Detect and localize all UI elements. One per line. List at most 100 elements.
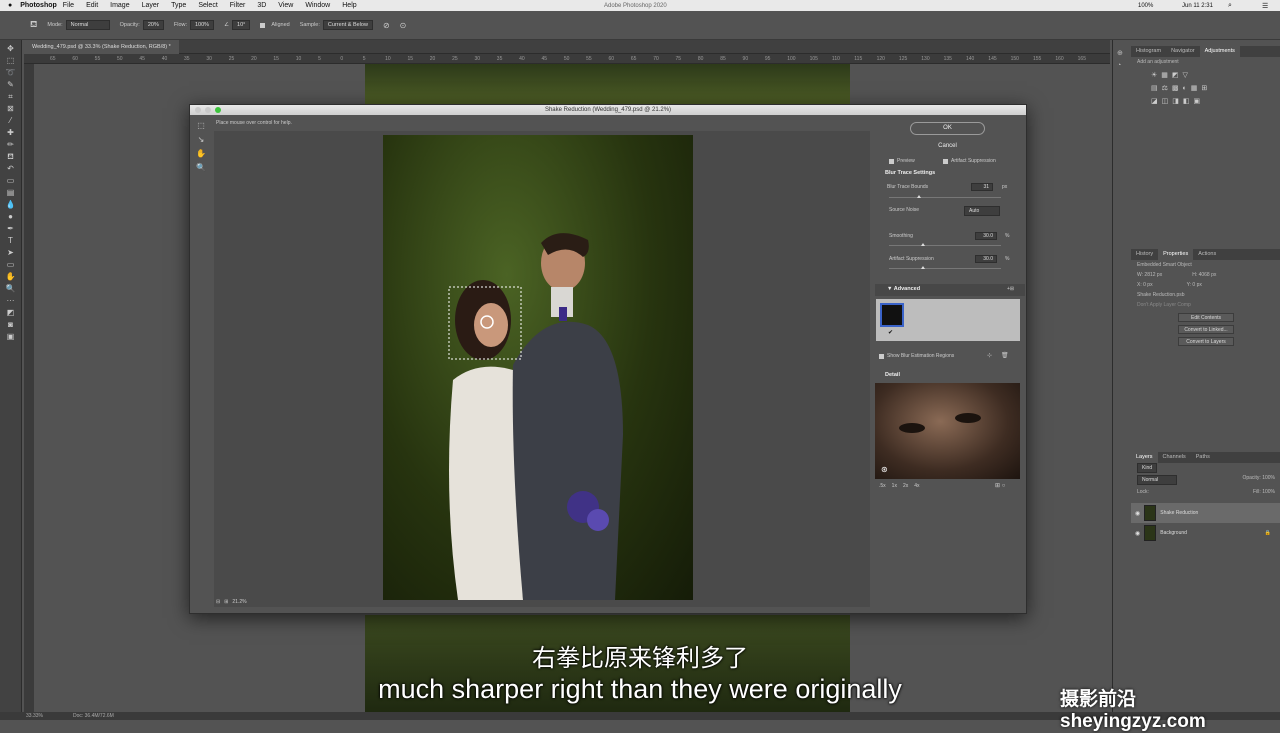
zoom-window-icon[interactable]: [215, 107, 221, 113]
slider-knob[interactable]: [917, 195, 921, 198]
eraser-tool-icon[interactable]: ▭: [4, 176, 18, 186]
move-tool-icon[interactable]: ✥: [4, 44, 18, 54]
layer-row-shake-reduction[interactable]: ◉ Shake Reduction: [1131, 503, 1280, 523]
frame-tool-icon[interactable]: ⊠: [4, 104, 18, 114]
zoom-tool-icon[interactable]: 🔍: [194, 161, 208, 175]
zoom-level[interactable]: 21.2%: [232, 599, 246, 605]
blur-trace-bounds-slider[interactable]: [889, 197, 1001, 198]
detail-zoom-half[interactable]: .5x: [879, 483, 886, 489]
zoom-in-icon[interactable]: ⊞: [224, 599, 228, 605]
menu-window[interactable]: Window: [299, 2, 336, 9]
apply-detail-icon[interactable]: ⊛: [881, 465, 888, 474]
minimize-window-icon[interactable]: [205, 107, 211, 113]
status-zoom[interactable]: 33.33%: [26, 713, 43, 719]
color-swatches-icon[interactable]: ◩: [4, 308, 18, 318]
smoothing-slider[interactable]: [889, 245, 1001, 246]
width-value[interactable]: W: 2812 px: [1137, 272, 1162, 278]
zoom-tool-icon[interactable]: 🔍: [4, 284, 18, 294]
panel-swatch-icon[interactable]: ◔: [1117, 60, 1127, 72]
slider-knob[interactable]: [921, 243, 925, 246]
x-value[interactable]: X: 0 px: [1137, 282, 1153, 288]
disclosure-triangle-icon[interactable]: ▼: [887, 286, 892, 292]
blur-estimation-tool-icon[interactable]: ⬚: [194, 119, 208, 133]
detail-options-icon[interactable]: ⊞ ○: [995, 482, 1005, 489]
advanced-heading[interactable]: ▼ Advanced: [887, 286, 920, 292]
menu-select[interactable]: Select: [192, 2, 223, 9]
tab-histogram[interactable]: Histogram: [1131, 46, 1166, 57]
edit-contents-button[interactable]: Edit Contents: [1178, 313, 1234, 322]
aligned-checkbox[interactable]: [260, 22, 266, 28]
source-noise-select[interactable]: Auto: [964, 206, 1000, 216]
visibility-eye-icon[interactable]: ◉: [1135, 530, 1140, 537]
gradient-tool-icon[interactable]: ▤: [4, 188, 18, 198]
apple-icon[interactable]: ●: [0, 2, 12, 9]
shape-tool-icon[interactable]: ▭: [4, 260, 18, 270]
dodge-tool-icon[interactable]: ●: [4, 212, 18, 222]
tab-layers[interactable]: Layers: [1131, 452, 1158, 463]
healing-tool-icon[interactable]: ✚: [4, 128, 18, 138]
close-window-icon[interactable]: [195, 107, 201, 113]
blur-trace-bounds-field[interactable]: 31: [971, 183, 993, 191]
fill-field[interactable]: 100%: [1262, 489, 1275, 495]
tab-actions[interactable]: Actions: [1193, 249, 1221, 260]
control-center-icon[interactable]: ☰: [1262, 2, 1268, 10]
clone-stamp-icon[interactable]: ⛾: [30, 19, 37, 31]
screen-mode-icon[interactable]: ▣: [4, 332, 18, 342]
height-value[interactable]: H: 4068 px: [1192, 272, 1216, 278]
pen-tool-icon[interactable]: ✒: [4, 224, 18, 234]
preview-checkbox[interactable]: [889, 158, 894, 164]
menu-image[interactable]: Image: [104, 2, 135, 9]
angle-field[interactable]: 10°: [232, 20, 251, 30]
path-select-tool-icon[interactable]: ➤: [4, 248, 18, 258]
tab-adjustments[interactable]: Adjustments: [1199, 46, 1240, 57]
blur-trace-checkmark-icon[interactable]: ✔: [888, 329, 893, 336]
brush-tool-icon[interactable]: ✏: [4, 140, 18, 150]
visibility-eye-icon[interactable]: ◉: [1135, 510, 1140, 517]
adjustment-icons[interactable]: ☀▦◩▽ ▤⚖▩◐▦⊞ ◪◫◨◧▣: [1131, 67, 1280, 110]
zoom-out-icon[interactable]: ⊟: [216, 599, 220, 605]
convert-layers-button[interactable]: Convert to Layers: [1178, 337, 1234, 346]
quick-mask-icon[interactable]: ◙: [4, 320, 18, 330]
blur-direction-tool-icon[interactable]: ↘: [194, 133, 208, 147]
sample-select[interactable]: Current & Below: [322, 20, 373, 30]
search-icon[interactable]: ⌕: [1228, 2, 1232, 10]
smoothing-field[interactable]: 30.0: [975, 232, 997, 240]
document-tab[interactable]: Wedding_479.psd @ 33.3% (Shake Reduction…: [24, 40, 179, 54]
blur-tool-icon[interactable]: 💧: [4, 200, 18, 210]
pressure-icon[interactable]: ⊙: [400, 21, 407, 30]
tab-properties[interactable]: Properties: [1158, 249, 1194, 260]
eyedropper-tool-icon[interactable]: ⁄: [4, 116, 18, 126]
opacity-field[interactable]: 20%: [142, 20, 164, 30]
more-tools-icon[interactable]: ···: [4, 296, 18, 306]
ignore-adjustment-icon[interactable]: ⊘: [383, 21, 390, 30]
lasso-tool-icon[interactable]: ➰: [4, 68, 18, 78]
slider-knob[interactable]: [921, 266, 925, 269]
detail-zoom-1x[interactable]: 1x: [892, 483, 897, 489]
preview-photo[interactable]: [383, 135, 693, 600]
menu-edit[interactable]: Edit: [80, 2, 104, 9]
tab-navigator[interactable]: Navigator: [1166, 46, 1200, 57]
menu-3d[interactable]: 3D: [251, 2, 272, 9]
menu-layer[interactable]: Layer: [136, 2, 166, 9]
y-value[interactable]: Y: 0 px: [1187, 282, 1202, 288]
add-region-icon[interactable]: ⊹: [987, 352, 992, 359]
clone-stamp-tool-icon[interactable]: ⛾: [4, 152, 18, 162]
artifact-suppression-slider[interactable]: [889, 268, 1001, 269]
quick-select-tool-icon[interactable]: ✎: [4, 80, 18, 90]
tab-channels[interactable]: Channels: [1158, 452, 1191, 463]
crop-tool-icon[interactable]: ⌗: [4, 92, 18, 102]
detail-zoom-2x[interactable]: 2x: [903, 483, 908, 489]
blend-mode-select[interactable]: Normal: [1137, 475, 1177, 485]
trash-icon[interactable]: 🗑: [1001, 352, 1009, 359]
app-menu[interactable]: Photoshop: [12, 2, 57, 9]
layer-row-background[interactable]: ◉ Background 🔒: [1131, 523, 1280, 543]
menu-view[interactable]: View: [272, 2, 299, 9]
layer-filter-kind[interactable]: Kind: [1137, 463, 1158, 473]
artifact-suppression-field[interactable]: 30.0: [975, 255, 997, 263]
layer-comp-select[interactable]: Don't Apply Layer Comp: [1131, 300, 1280, 310]
convert-linked-button[interactable]: Convert to Linked...: [1178, 325, 1234, 334]
history-brush-tool-icon[interactable]: ↶: [4, 164, 18, 174]
marquee-tool-icon[interactable]: ⬚: [4, 56, 18, 66]
panel-history-icon[interactable]: ⊕: [1117, 48, 1127, 60]
hand-tool-icon[interactable]: ✋: [194, 147, 208, 161]
